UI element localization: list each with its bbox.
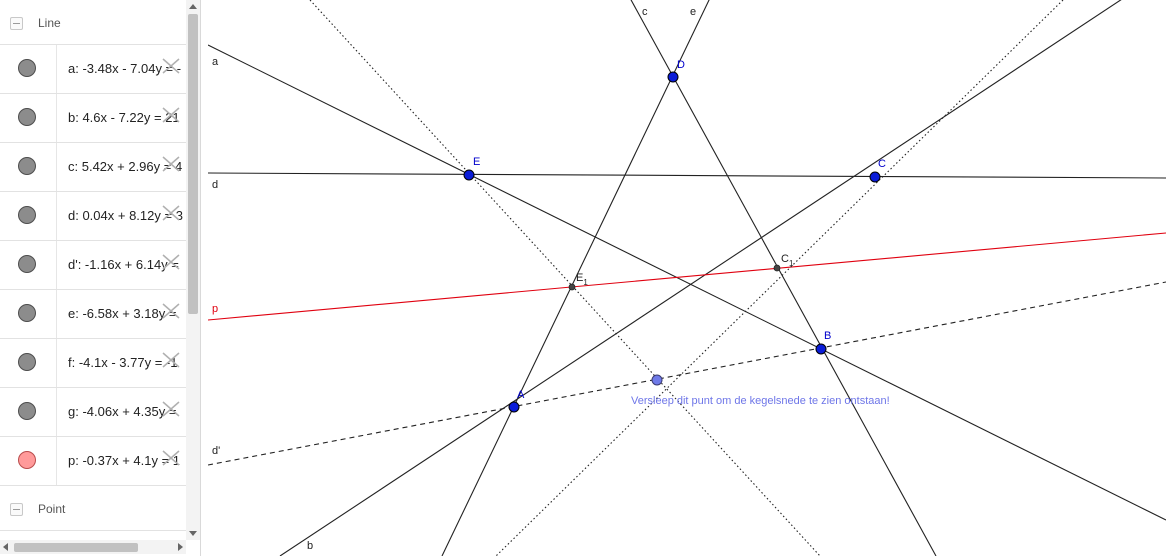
line-label-p: p [212, 303, 218, 315]
point-e1[interactable] [568, 283, 576, 291]
drag-point[interactable] [651, 374, 663, 386]
line-b[interactable] [279, 0, 1166, 556]
horizontal-scrollbar[interactable] [0, 540, 186, 554]
visibility-toggle-e[interactable] [18, 304, 36, 322]
line-d-prime[interactable] [208, 281, 1166, 466]
point-b[interactable] [815, 343, 827, 355]
collapse-icon[interactable] [10, 502, 23, 516]
delete-icon[interactable] [160, 398, 182, 420]
visibility-toggle-b[interactable] [18, 108, 36, 126]
visibility-toggle-c[interactable] [18, 157, 36, 175]
construction-canvas[interactable]: a b c e d p d' E1 C1 A B C D E Versleep … [208, 0, 1166, 556]
algebra-row-p[interactable]: p: -0.37x + 4.1y = 1 [0, 436, 186, 486]
line-label-d-prime: d' [212, 445, 220, 457]
point-e[interactable] [463, 169, 475, 181]
delete-icon[interactable] [160, 300, 182, 322]
visibility-toggle-a[interactable] [18, 59, 36, 77]
point-label-c1: C1 [781, 253, 794, 268]
line-p[interactable] [208, 232, 1166, 321]
algebra-row-c[interactable]: c: 5.42x + 2.96y = 4 [0, 142, 186, 191]
scroll-down-icon[interactable] [189, 531, 197, 536]
delete-icon[interactable] [160, 349, 182, 371]
line-label-d: d [212, 179, 218, 191]
vertical-scrollbar[interactable] [186, 0, 200, 540]
scroll-thumb[interactable] [14, 543, 138, 552]
visibility-toggle-p[interactable] [18, 451, 36, 469]
algebra-row-g[interactable]: g: -4.06x + 4.35y = [0, 387, 186, 436]
point-label-b: B [824, 330, 831, 342]
graphics-view[interactable]: a b c e d p d' E1 C1 A B C D E Versleep … [208, 0, 1166, 556]
point-c1[interactable] [773, 264, 781, 272]
line-label-b: b [307, 540, 313, 552]
algebra-row-a[interactable]: a: -3.48x - 7.04y = - [0, 44, 186, 93]
scroll-thumb[interactable] [188, 14, 198, 314]
visibility-toggle-d[interactable] [18, 206, 36, 224]
point-d[interactable] [667, 71, 679, 83]
delete-icon[interactable] [160, 447, 182, 469]
scroll-up-icon[interactable] [189, 4, 197, 9]
scroll-left-icon[interactable] [3, 543, 8, 551]
delete-icon[interactable] [160, 153, 182, 175]
collapse-icon[interactable] [10, 16, 23, 30]
point-a[interactable] [508, 401, 520, 413]
visibility-toggle-f[interactable] [18, 353, 36, 371]
delete-icon[interactable] [160, 251, 182, 273]
algebra-row-d-prime[interactable]: d': -1.16x + 6.14y = [0, 240, 186, 289]
algebra-row-b[interactable]: b: 4.6x - 7.22y = 21 [0, 93, 186, 142]
point-label-e: E [473, 156, 480, 168]
group-label-line: Line [38, 16, 61, 30]
line-a[interactable] [208, 44, 1166, 521]
visibility-toggle-g[interactable] [18, 402, 36, 420]
algebra-row-e[interactable]: e: -6.58x + 3.18y = [0, 289, 186, 338]
delete-icon[interactable] [160, 202, 182, 224]
line-label-e: e [690, 6, 696, 18]
line-d[interactable] [208, 172, 1166, 179]
algebra-row-f[interactable]: f: -4.1x - 3.77y = -1 [0, 338, 186, 387]
visibility-toggle-d-prime[interactable] [18, 255, 36, 273]
algebra-panel: Line a: -3.48x - 7.04y = - b: 4.6x - 7.2… [0, 0, 201, 556]
point-label-a: A [517, 389, 525, 401]
point-label-c: C [878, 158, 886, 170]
point-label-d: D [677, 59, 685, 71]
line-f[interactable] [309, 0, 821, 556]
line-label-c: c [642, 6, 648, 18]
delete-icon[interactable] [160, 55, 182, 77]
delete-icon[interactable] [160, 104, 182, 126]
line-label-a: a [212, 56, 219, 68]
point-c[interactable] [869, 171, 881, 183]
group-label-point: Point [38, 502, 66, 516]
point-label-e1: E1 [576, 272, 588, 287]
scroll-right-icon[interactable] [178, 543, 183, 551]
group-header-line[interactable]: Line [0, 2, 186, 44]
drag-hint: Versleep dit punt om de kegelsnede te zi… [631, 395, 890, 407]
divider [0, 530, 186, 531]
algebra-row-d[interactable]: d: 0.04x + 8.12y = 3 [0, 191, 186, 240]
group-header-point[interactable]: Point [0, 488, 186, 530]
